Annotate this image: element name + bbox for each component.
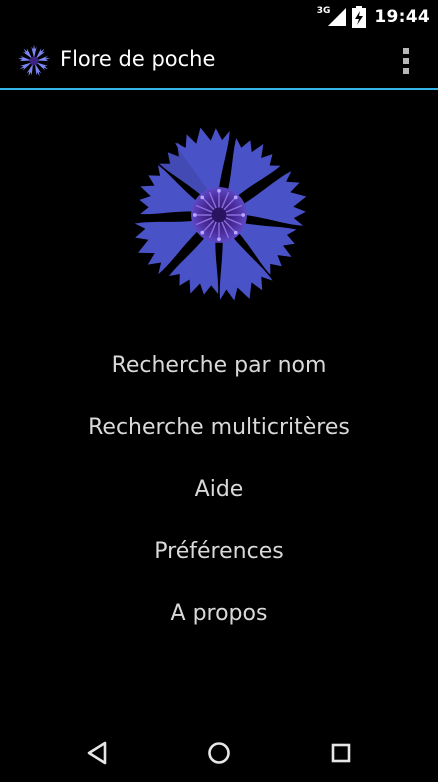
overflow-menu-icon[interactable]	[394, 45, 418, 77]
menu-item-aide[interactable]: Aide	[0, 459, 438, 521]
menu-item-recherche-multicriteres[interactable]: Recherche multicritères	[0, 397, 438, 459]
status-clock: 19:44	[374, 7, 430, 27]
status-icons: 3G 19:44	[317, 5, 430, 29]
network-type-label: 3G	[316, 6, 331, 16]
app-title: Flore de poche	[60, 47, 216, 71]
signal-icon	[328, 8, 347, 26]
status-bar: 3G 19:44	[0, 0, 438, 33]
recents-icon[interactable]	[326, 738, 356, 768]
main-menu: Recherche par nom Recherche multicritère…	[0, 335, 438, 645]
menu-item-preferences[interactable]: Préférences	[0, 521, 438, 583]
home-icon[interactable]	[204, 738, 234, 768]
navigation-bar	[0, 724, 438, 782]
menu-item-recherche-par-nom[interactable]: Recherche par nom	[0, 335, 438, 397]
battery-charging-icon	[352, 6, 367, 28]
action-bar: Flore de poche	[0, 33, 438, 88]
menu-item-a-propos[interactable]: A propos	[0, 583, 438, 645]
back-icon[interactable]	[83, 738, 113, 768]
cornflower-app-icon[interactable]	[16, 43, 52, 79]
cornflower-image	[134, 127, 307, 301]
action-bar-divider	[0, 88, 438, 90]
